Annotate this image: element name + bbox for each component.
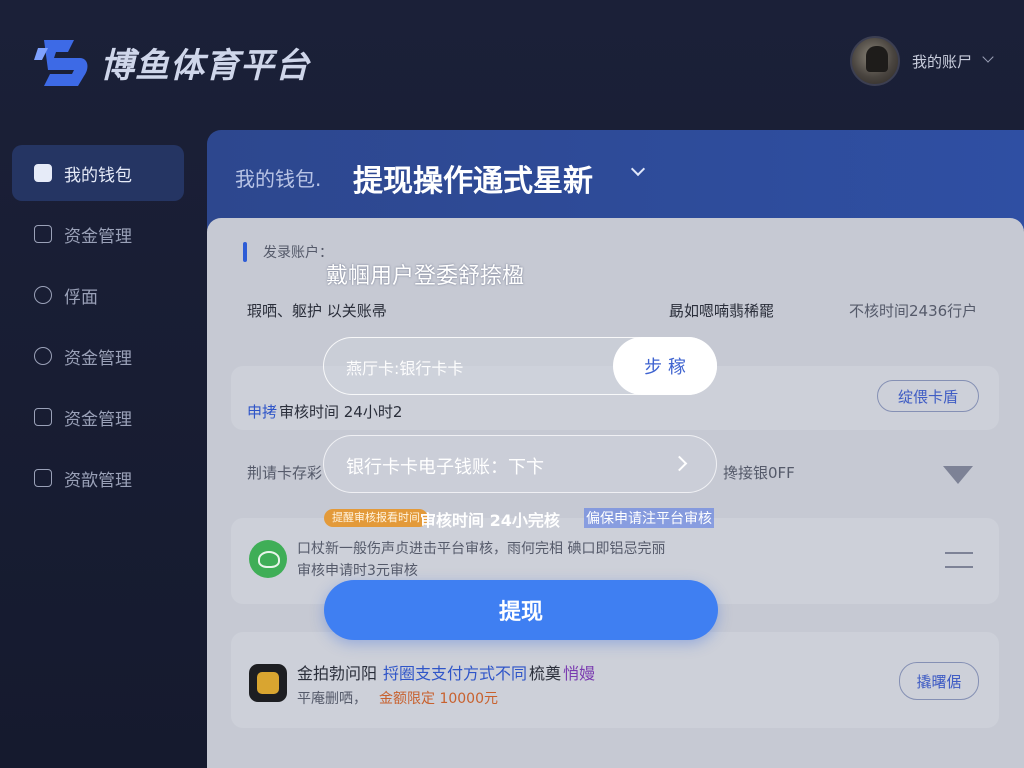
wallet-icon <box>34 164 52 182</box>
account-menu[interactable]: 我的账尸 <box>849 36 994 86</box>
menu-lines-icon[interactable] <box>945 550 975 570</box>
page-header: 我的钱包. 提现操作通式星新 <box>207 130 1024 230</box>
review-highlight: 偏保申请注平台审核 <box>584 508 714 528</box>
wechat-icon <box>249 540 287 578</box>
status-badge: 提醒审核报看时间 <box>324 509 428 527</box>
card3-line1-a: 金拍勃问阳 <box>297 664 378 683</box>
chevron-down-icon[interactable] <box>633 164 647 178</box>
account-label[interactable]: 我的账尸 <box>912 51 972 72</box>
card3-line1-b: 捋圈支支付方式不同 <box>383 664 528 683</box>
card-icon <box>34 408 52 426</box>
chevron-down-icon[interactable] <box>984 53 994 63</box>
row3-right: 搀接银0FF <box>723 464 795 482</box>
app-icon <box>249 664 287 702</box>
card3-button[interactable]: 撬曙倨 <box>899 662 979 700</box>
account-row-left: 瑕哂、躯护 以关账帚 <box>247 302 387 320</box>
section-label: 发录账户： <box>263 245 333 261</box>
card3-line2-b: 金额限定 10000元 <box>379 691 498 707</box>
withdraw-button[interactable]: 提现 <box>324 580 718 640</box>
card3-line1-c: 梳奠 <box>529 664 562 683</box>
document-icon <box>34 469 52 487</box>
bank-card-input[interactable]: 燕厅卡:银行卡卡 步 稼 <box>323 337 717 395</box>
card2-line1: 口杖新一般伤声贞进击平台审核，雨何完相 碘口即铝忌完丽 <box>297 541 666 557</box>
card2-line2: 审核申请时3元审核 <box>297 563 418 579</box>
lightning-b-logo-icon <box>34 34 92 90</box>
dropdown-triangle-icon[interactable] <box>943 466 973 484</box>
brand-logo[interactable]: 博鱼体育平台 <box>34 34 310 90</box>
page-title[interactable]: 提现操作通式星新 <box>353 156 593 200</box>
account-row-mid: 勗如嗯喃翡稀罷 <box>669 302 775 320</box>
sidebar-item-info[interactable]: 俘面 <box>12 267 184 323</box>
card3-line2-a: 平庵删哂， <box>297 691 367 707</box>
dialog-title: 戴帼用户登委舒捺楹 <box>326 264 525 289</box>
chevron-right-icon <box>676 458 688 472</box>
top-bar: 博鱼体育平台 我的账尸 <box>0 0 1024 128</box>
sidebar-item-wallet[interactable]: 我的钱包 <box>12 145 184 201</box>
wallet-type-value: 银行卡卡电子钱账：下卞 <box>346 457 544 478</box>
upload-icon <box>34 347 52 365</box>
row3-left: 荆请卡存彩 <box>247 464 323 482</box>
review-time-text: 审核时间 24小完核 <box>420 511 560 530</box>
sidebar-item-label: 资金管理 <box>64 226 132 247</box>
account-row-right: 不核时间2436行户 <box>849 302 978 320</box>
brand-name: 博鱼体育平台 <box>100 45 310 86</box>
sidebar-item-label: 资金管理 <box>64 409 132 430</box>
user-avatar[interactable] <box>849 36 900 86</box>
section-accent <box>243 242 247 262</box>
card3-line1-d: 悄嫚 <box>563 664 596 683</box>
sidebar-item-label: 资歆管理 <box>64 470 132 491</box>
bank-card-placeholder: 燕厅卡:银行卡卡 <box>346 359 464 378</box>
sidebar-item-fund-1[interactable]: 资金管理 <box>12 206 184 262</box>
sidebar-item-fund-2[interactable]: 资金管理 <box>12 328 184 384</box>
sidebar: 我的钱包 资金管理 俘面 资金管理 资金管理 资歆管理 <box>12 145 184 511</box>
sidebar-item-label: 我的钱包 <box>64 165 132 186</box>
sidebar-item-label: 资金管理 <box>64 348 132 369</box>
info-circle-icon <box>34 286 52 304</box>
main-content: 发录账户： 瑕哂、躯护 以关账帚 勗如嗯喃翡稀罷 不核时间2436行户 申拷 审… <box>207 218 1024 768</box>
next-step-button[interactable]: 步 稼 <box>613 337 717 395</box>
sidebar-item-label: 俘面 <box>64 287 98 308</box>
card1-text: 审核时间 24小时2 <box>279 403 403 421</box>
wallet-type-select[interactable]: 银行卡卡电子钱账：下卞 <box>323 435 717 493</box>
sidebar-item-fund-4[interactable]: 资歆管理 <box>12 450 184 506</box>
fund-icon <box>34 225 52 243</box>
sidebar-item-fund-3[interactable]: 资金管理 <box>12 389 184 445</box>
breadcrumb[interactable]: 我的钱包. <box>235 163 321 192</box>
card1-prefix: 申拷 <box>247 403 278 421</box>
card1-button[interactable]: 绽偎卡盾 <box>877 380 979 412</box>
